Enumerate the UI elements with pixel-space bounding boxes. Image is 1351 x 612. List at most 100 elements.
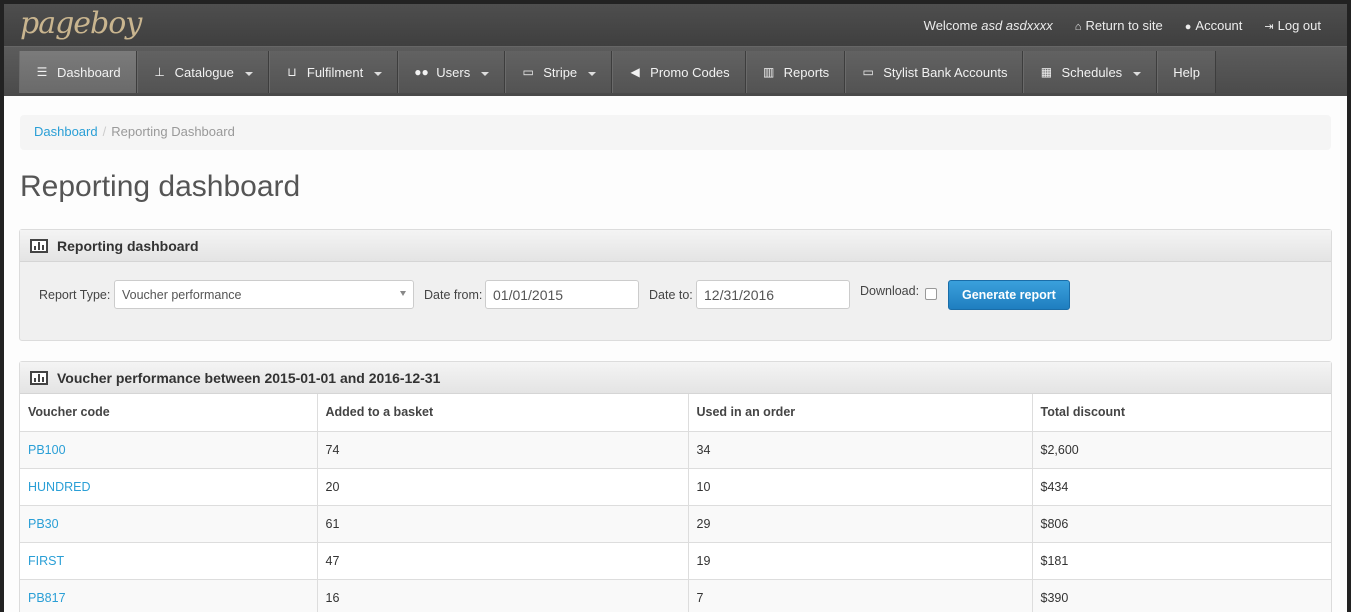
nav-item-promo-codes[interactable]: ◀ Promo Codes	[612, 51, 746, 93]
bar-chart-icon	[30, 238, 48, 253]
nav-item-stylist-bank-accounts[interactable]: ▭ Stylist Bank Accounts	[845, 51, 1024, 93]
date-from-label: Date from:	[424, 288, 483, 302]
caret-down-icon	[1133, 71, 1142, 76]
download-checkbox[interactable]	[925, 288, 937, 300]
welcome-prefix: Welcome	[923, 17, 978, 33]
nav-item-label: Reports	[783, 64, 830, 80]
filter-panel-title: Reporting dashboard	[57, 237, 199, 254]
used-cell: 7	[688, 579, 1033, 612]
nav-item-dashboard[interactable]: ☰ Dashboard	[19, 51, 137, 93]
list-icon: ☰	[36, 65, 48, 79]
discount-cell: $390	[1032, 579, 1331, 612]
column-header[interactable]: Added to a basket	[317, 394, 689, 432]
welcome-user: asd asdxxxx	[981, 17, 1053, 33]
results-panel-title: Voucher performance between 2015-01-01 a…	[57, 369, 441, 386]
added-cell: 16	[317, 579, 689, 612]
nav-item-fulfilment[interactable]: ⊔ Fulfilment	[268, 51, 399, 93]
results-panel: Voucher performance between 2015-01-01 a…	[19, 361, 1332, 612]
date-from-input[interactable]: 01/01/2015	[485, 280, 639, 309]
table-row: HUNDRED 20 10 $434	[20, 468, 1331, 506]
added-cell: 74	[317, 431, 689, 469]
logout-icon: ⇥	[1264, 20, 1274, 33]
report-type-select[interactable]: Voucher performance	[114, 280, 414, 309]
date-to-input[interactable]: 12/31/2016	[696, 280, 850, 309]
results-panel-header: Voucher performance between 2015-01-01 a…	[20, 362, 1331, 394]
used-cell: 29	[688, 505, 1033, 543]
megaphone-icon: ◀	[630, 65, 640, 79]
user-icon: ●	[1184, 20, 1192, 33]
nav-item-label: Fulfilment	[306, 64, 364, 80]
added-cell: 20	[317, 468, 689, 506]
caret-down-icon	[588, 71, 597, 76]
table-header-row: Voucher code Added to a basket Used in a…	[20, 394, 1331, 432]
table-row: FIRST 47 19 $181	[20, 542, 1331, 580]
account-label: Account	[1195, 17, 1243, 33]
users-icon: ●●	[414, 65, 429, 79]
page-title: Reporting dashboard	[20, 170, 301, 203]
return-to-site-label: Return to site	[1085, 17, 1163, 33]
column-header[interactable]: Total discount	[1032, 394, 1331, 432]
breadcrumb-current: Reporting Dashboard	[111, 124, 235, 139]
nav-item-label: Dashboard	[57, 64, 121, 80]
cart-icon: ⊔	[287, 65, 297, 79]
breadcrumb-separator: /	[102, 124, 107, 139]
download-label: Download:	[860, 284, 920, 298]
report-type-value: Voucher performance	[122, 288, 242, 302]
generate-report-button[interactable]: Generate report	[948, 280, 1070, 310]
breadcrumb: Dashboard / Reporting Dashboard	[20, 115, 1331, 150]
voucher-code-cell: PB100	[20, 431, 318, 469]
column-header[interactable]: Used in an order	[688, 394, 1033, 432]
voucher-code-link[interactable]: PB100	[28, 443, 66, 457]
breadcrumb-home-link[interactable]: Dashboard	[34, 124, 98, 139]
nav-item-schedules[interactable]: ▦ Schedules	[1023, 51, 1158, 93]
nav-item-reports[interactable]: ▥ Reports	[745, 51, 846, 93]
nav-item-label: Catalogue	[174, 64, 234, 80]
nav-item-help[interactable]: Help	[1157, 51, 1216, 93]
caret-down-icon	[244, 71, 253, 76]
welcome-text: Welcome asd asdxxxx	[924, 18, 1053, 33]
dropdown-arrow-icon	[400, 291, 406, 296]
table-row: PB817 16 7 $390	[20, 579, 1331, 612]
used-cell: 34	[688, 431, 1033, 469]
nav-item-label: Help	[1173, 64, 1200, 80]
nav-item-label: Users	[436, 64, 471, 80]
voucher-code-cell: PB30	[20, 505, 318, 543]
table-row: PB100 74 34 $2,600	[20, 431, 1331, 469]
date-to-value: 12/31/2016	[704, 287, 775, 303]
caret-down-icon	[481, 71, 490, 76]
voucher-code-cell: FIRST	[20, 542, 318, 580]
date-from-value: 01/01/2015	[493, 287, 564, 303]
nav-item-users[interactable]: ●● Users	[398, 51, 506, 93]
nav-item-stripe[interactable]: ▭ Stripe	[505, 51, 613, 93]
voucher-code-link[interactable]: PB30	[28, 517, 59, 531]
nav-item-catalogue[interactable]: ⊥ Catalogue	[136, 51, 269, 93]
filter-form: Report Type: Voucher performance Date fr…	[20, 280, 1331, 310]
voucher-code-link[interactable]: FIRST	[28, 554, 64, 568]
column-header[interactable]: Voucher code	[20, 394, 318, 432]
voucher-code-link[interactable]: PB817	[28, 591, 66, 605]
card-icon: ▭	[522, 65, 534, 79]
discount-cell: $434	[1032, 468, 1331, 506]
report-type-label: Report Type:	[39, 288, 111, 302]
added-cell: 47	[317, 542, 689, 580]
voucher-code-link[interactable]: HUNDRED	[28, 480, 91, 494]
nav-item-label: Stylist Bank Accounts	[883, 64, 1008, 80]
discount-cell: $181	[1032, 542, 1331, 580]
app-frame: pageboy Welcome asd asdxxxx ⌂ Return to s…	[4, 4, 1347, 612]
date-to-label: Date to:	[649, 288, 693, 302]
account-link[interactable]: ● Account	[1185, 18, 1243, 33]
return-to-site-link[interactable]: ⌂ Return to site	[1075, 18, 1163, 33]
top-header: pageboy Welcome asd asdxxxx ⌂ Return to s…	[4, 4, 1347, 46]
used-cell: 19	[688, 542, 1033, 580]
discount-cell: $2,600	[1032, 431, 1331, 469]
pageboy-logo[interactable]: pageboy	[20, 6, 142, 41]
nav-item-label: Schedules	[1061, 64, 1123, 80]
logout-link[interactable]: ⇥ Log out	[1264, 18, 1321, 33]
voucher-table: Voucher code Added to a basket Used in a…	[20, 394, 1331, 612]
home-icon: ⌂	[1074, 20, 1082, 33]
bar-chart-icon: ▥	[762, 65, 775, 79]
sitemap-icon: ⊥	[154, 65, 165, 79]
nav-item-label: Stripe	[543, 64, 578, 80]
filter-panel-header: Reporting dashboard	[20, 230, 1331, 262]
calendar-icon: ▦	[1040, 65, 1053, 79]
